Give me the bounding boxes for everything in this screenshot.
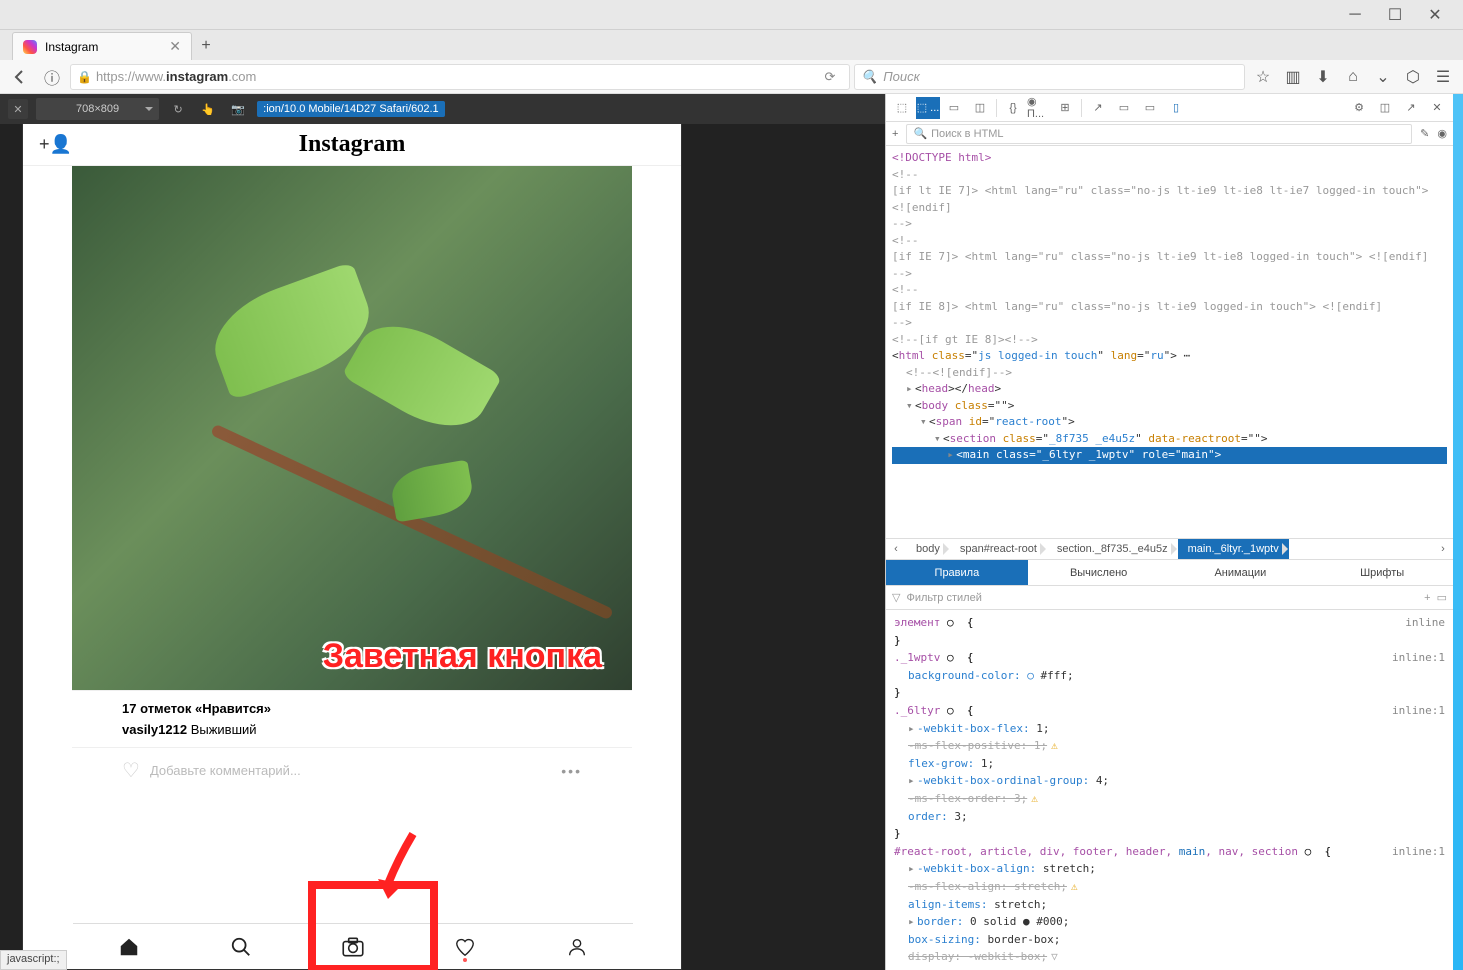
search-placeholder: Поиск bbox=[883, 69, 920, 84]
rdm-toolbar: ✕ 708×809 ↻ 👆 📷 :ion/10.0 Mobile/14D27 S… bbox=[0, 94, 885, 124]
add-user-icon[interactable]: +👤 bbox=[39, 134, 72, 155]
search-icon: 🔍 bbox=[861, 69, 877, 85]
dt-dock-icon[interactable]: ◫ bbox=[1373, 97, 1397, 119]
dt-html-tree[interactable]: <!DOCTYPE html> <!-- [if lt IE 7]> <html… bbox=[886, 146, 1453, 538]
reload-icon[interactable]: ⟳ bbox=[817, 69, 843, 85]
breadcrumb-item[interactable]: section._8f735._e4u5z bbox=[1047, 539, 1178, 559]
responsive-design-pane: ✕ 708×809 ↻ 👆 📷 :ion/10.0 Mobile/14D27 S… bbox=[0, 94, 885, 970]
rdm-rotate-icon[interactable]: ↻ bbox=[167, 98, 189, 120]
annotation-text: Заветная кнопка bbox=[323, 637, 602, 676]
tab-close-icon[interactable]: ✕ bbox=[169, 38, 181, 55]
post-image[interactable]: Заветная кнопка bbox=[72, 166, 632, 690]
library-icon[interactable]: ▥ bbox=[1279, 63, 1307, 91]
home-icon[interactable]: ⌂ bbox=[1339, 63, 1367, 91]
rdm-screenshot-icon[interactable]: 📷 bbox=[227, 98, 249, 120]
dt-edit-icon[interactable]: ✎ bbox=[1420, 127, 1429, 140]
rdm-size-selector[interactable]: 708×809 bbox=[36, 98, 159, 120]
likes-count[interactable]: 17 отметок «Нравится» bbox=[122, 701, 582, 716]
menu-icon[interactable]: ☰ bbox=[1429, 63, 1457, 91]
dt-accessibility-icon[interactable]: ▭ bbox=[1138, 97, 1162, 119]
dt-styles-filter[interactable]: ▽ Фильтр стилей + ▭ bbox=[886, 586, 1453, 610]
dt-storage-icon[interactable]: ▭ bbox=[1112, 97, 1136, 119]
window-maximize-button[interactable]: ☐ bbox=[1375, 1, 1415, 29]
url-text: https://www.instagram.com bbox=[96, 69, 256, 84]
heart-outline-icon[interactable]: ♡ bbox=[122, 758, 140, 783]
search-bar[interactable]: 🔍 Поиск bbox=[854, 64, 1245, 90]
devtools-panel: ⬚ ⬚ ... ▭ ◫ {} ◉ П... ⊞ ↗ ▭ ▭ ▯ ⚙ ◫ ↗ ✕ … bbox=[885, 94, 1453, 970]
back-button[interactable] bbox=[6, 63, 34, 91]
browser-tab[interactable]: Instagram ✕ bbox=[12, 32, 192, 60]
dt-inspector-tab[interactable]: ⬚ ... bbox=[916, 97, 940, 119]
browser-toolbar: ⓘ 🔒 https://www.instagram.com ⟳ 🔍 Поиск … bbox=[0, 60, 1463, 94]
more-options-icon[interactable]: ••• bbox=[561, 763, 582, 779]
dt-console-icon[interactable]: ▭ bbox=[942, 97, 966, 119]
browser-statusbar: javascript:; bbox=[0, 950, 67, 970]
dt-memory-icon[interactable]: ⊞ bbox=[1053, 97, 1077, 119]
shield-icon[interactable]: ⬡ bbox=[1399, 63, 1427, 91]
dt-inspector-icon[interactable]: ⬚ bbox=[890, 97, 914, 119]
dt-add-icon[interactable]: + bbox=[892, 128, 898, 140]
downloads-icon[interactable]: ⬇ bbox=[1309, 63, 1337, 91]
dt-tab-computed[interactable]: Вычислено bbox=[1028, 560, 1170, 585]
lock-icon: 🔒 bbox=[77, 70, 92, 84]
breadcrumb-item[interactable]: span#react-root bbox=[950, 539, 1047, 559]
dt-rules-panel[interactable]: inlineэлемент ○ { } inline:1._1wptv ○ { … bbox=[886, 610, 1453, 970]
dt-rdm-icon[interactable]: ▯ bbox=[1164, 97, 1188, 119]
screen-edge bbox=[1453, 94, 1463, 970]
filter-icon: ▽ bbox=[892, 591, 900, 604]
dt-eye-icon[interactable]: ◉ bbox=[1437, 127, 1447, 140]
devtools-toolbar: ⬚ ⬚ ... ▭ ◫ {} ◉ П... ⊞ ↗ ▭ ▭ ▯ ⚙ ◫ ↗ ✕ bbox=[886, 94, 1453, 122]
dt-tab-animations[interactable]: Анимации bbox=[1170, 560, 1312, 585]
rdm-user-agent[interactable]: :ion/10.0 Mobile/14D27 Safari/602.1 bbox=[257, 101, 445, 117]
window-titlebar: ─ ☐ ✕ bbox=[0, 0, 1463, 30]
device-viewport: +👤 Instagram Заветная кнопка 17 отметок … bbox=[22, 124, 682, 970]
nav-profile-icon[interactable] bbox=[521, 924, 633, 969]
instagram-favicon bbox=[23, 40, 37, 54]
instagram-logo[interactable]: Instagram bbox=[299, 131, 406, 158]
new-tab-button[interactable]: + bbox=[192, 32, 220, 60]
dt-options-icon[interactable]: ⚙ bbox=[1347, 97, 1371, 119]
tab-title: Instagram bbox=[45, 40, 98, 54]
browser-tabstrip: Instagram ✕ + bbox=[0, 30, 1463, 60]
dt-tab-fonts[interactable]: Шрифты bbox=[1311, 560, 1453, 585]
pocket-icon[interactable]: ⌄ bbox=[1369, 63, 1397, 91]
dt-debugger-icon[interactable]: ◫ bbox=[968, 97, 992, 119]
post-meta: 17 отметок «Нравится» vasily1212 Выживши… bbox=[72, 690, 632, 747]
crumb-prev-icon[interactable]: ‹ bbox=[886, 543, 906, 555]
rdm-touch-icon[interactable]: 👆 bbox=[197, 98, 219, 120]
window-close-button[interactable]: ✕ bbox=[1415, 1, 1455, 29]
dt-styles-icon[interactable]: {} bbox=[1001, 97, 1025, 119]
dt-close-icon[interactable]: ✕ bbox=[1425, 97, 1449, 119]
dt-html-search[interactable]: 🔍 Поиск в HTML bbox=[906, 124, 1412, 144]
instagram-header: +👤 Instagram bbox=[23, 124, 681, 166]
dt-network-icon[interactable]: ↗ bbox=[1086, 97, 1110, 119]
nav-home-icon[interactable] bbox=[73, 924, 185, 969]
post-caption: vasily1212 Выживший bbox=[122, 722, 582, 737]
comment-placeholder[interactable]: Добавьте комментарий... bbox=[150, 763, 301, 778]
comment-input-row: ♡ Добавьте комментарий... ••• bbox=[72, 747, 632, 793]
nav-search-icon[interactable] bbox=[185, 924, 297, 969]
rdm-close-button[interactable]: ✕ bbox=[8, 99, 28, 119]
bookmark-star-icon[interactable]: ☆ bbox=[1249, 63, 1277, 91]
annotation-highlight-box bbox=[308, 881, 438, 970]
dt-tab-rules[interactable]: Правила bbox=[886, 560, 1028, 585]
dt-selected-node[interactable]: ▸<main class="_6ltyr _1wptv" role="main"… bbox=[892, 447, 1447, 464]
breadcrumb-item[interactable]: main._6ltyr._1wptv bbox=[1178, 539, 1289, 559]
page-info-button[interactable]: ⓘ bbox=[38, 63, 66, 91]
crumb-next-icon[interactable]: › bbox=[1433, 543, 1453, 555]
dt-styles-tabs: Правила Вычислено Анимации Шрифты bbox=[886, 560, 1453, 586]
breadcrumb-item[interactable]: body bbox=[906, 539, 950, 559]
dt-perf-icon[interactable]: ◉ П... bbox=[1027, 97, 1051, 119]
window-minimize-button[interactable]: ─ bbox=[1335, 1, 1375, 29]
dt-breadcrumbs: ‹ body span#react-root section._8f735._e… bbox=[886, 538, 1453, 560]
dt-popout-icon[interactable]: ↗ bbox=[1399, 97, 1423, 119]
dt-html-subtoolbar: + 🔍 Поиск в HTML ✎ ◉ bbox=[886, 122, 1453, 146]
address-bar[interactable]: 🔒 https://www.instagram.com ⟳ bbox=[70, 64, 850, 90]
